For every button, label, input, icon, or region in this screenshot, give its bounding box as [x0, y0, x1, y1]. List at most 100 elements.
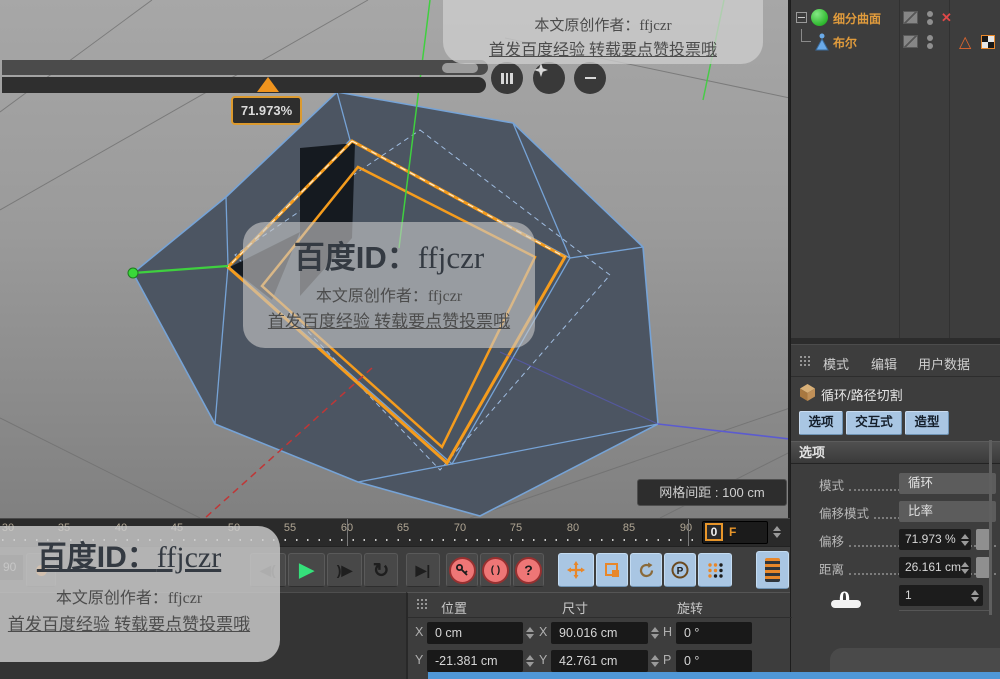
- playhead[interactable]: [688, 519, 689, 547]
- boole-icon[interactable]: [813, 32, 831, 52]
- record-keyframe-button[interactable]: [446, 553, 478, 587]
- dots-grid-icon: [707, 562, 724, 579]
- tab-modeling[interactable]: 造型: [905, 411, 949, 435]
- size-header: 尺寸: [562, 598, 588, 617]
- viewport-pan-button[interactable]: [491, 62, 523, 94]
- section-header-options[interactable]: 选项: [791, 441, 1000, 464]
- hud-slider-thumb[interactable]: [442, 63, 478, 73]
- position-y-input[interactable]: -21.381 cm: [427, 650, 523, 672]
- axis-label: X: [415, 625, 423, 639]
- watermark-author-line: 本文原创作者：ffjczr: [443, 14, 763, 35]
- mode-dropdown[interactable]: 循环: [899, 473, 996, 494]
- key-rotation-toggle[interactable]: [630, 553, 662, 587]
- right-panel: 细分曲面 ✕ 布尔 △ 模式 编辑 用户数据: [790, 0, 1000, 679]
- field-label: 模式: [819, 475, 844, 494]
- open-timeline-button[interactable]: [756, 551, 789, 589]
- panel-splitter[interactable]: [791, 338, 1000, 345]
- stepper-arrows[interactable]: [971, 590, 980, 602]
- tick-label: 75: [504, 522, 528, 534]
- viewport-zoom-button[interactable]: [533, 62, 565, 94]
- loop-mode-button[interactable]: ↻: [364, 553, 398, 587]
- field-row-offset-mode: 偏移模式 比率: [791, 498, 1000, 526]
- autokey-button[interactable]: ( ): [480, 553, 511, 587]
- offset-mode-dropdown[interactable]: 比率: [899, 501, 996, 522]
- play-button[interactable]: ▶: [288, 553, 325, 587]
- tool-header: 循环/路径切割: [791, 378, 1000, 408]
- object-label[interactable]: 细分曲面: [833, 10, 881, 27]
- key-pla-toggle[interactable]: [698, 553, 732, 587]
- window-edge-highlight: [428, 672, 1000, 679]
- size-x-input[interactable]: 90.016 cm: [551, 622, 648, 644]
- watermark-id-line: 百度ID：ffjczr: [0, 532, 280, 576]
- tick-label: 80: [561, 522, 585, 534]
- object-row-subdivision[interactable]: 细分曲面 ✕: [791, 7, 1000, 29]
- hud-slider-track[interactable]: [2, 60, 488, 75]
- key-scale-toggle[interactable]: [596, 553, 628, 587]
- field-row-mode: 模式 循环: [791, 470, 1000, 498]
- visibility-dot-top[interactable]: [927, 35, 933, 41]
- keyframe-selection-button[interactable]: ?: [513, 553, 544, 587]
- watermark-fragment-bar: [831, 600, 861, 608]
- panel-scroll-edge[interactable]: [989, 440, 992, 615]
- expand-toggle-icon[interactable]: [796, 12, 807, 23]
- scale-icon: [604, 562, 620, 578]
- stepper-arrows[interactable]: [526, 655, 535, 667]
- layer-toggle-icon[interactable]: [903, 35, 918, 48]
- stepper-arrows[interactable]: [961, 562, 970, 574]
- goto-end-button[interactable]: ▶|: [406, 553, 440, 587]
- field-label: 距离: [819, 559, 844, 578]
- field-underline: [899, 610, 989, 611]
- rotation-p-input[interactable]: 0 °: [676, 650, 752, 672]
- size-y-input[interactable]: 42.761 cm: [551, 650, 648, 672]
- tool-title: 循环/路径切割: [821, 385, 903, 404]
- texture-tag-icon[interactable]: [981, 35, 995, 49]
- slider-handle[interactable]: [976, 529, 990, 550]
- key-parameter-toggle[interactable]: P: [664, 553, 696, 587]
- stepper-arrows[interactable]: [961, 534, 970, 546]
- rotation-h-input[interactable]: 0 °: [676, 622, 752, 644]
- position-header: 位置: [441, 598, 467, 617]
- goto-next-key-button[interactable]: )▶: [327, 553, 362, 587]
- phong-tag-icon[interactable]: △: [959, 32, 971, 52]
- attribute-tabs: 选项 交互式 造型: [791, 409, 1000, 439]
- frame-value[interactable]: 0: [705, 523, 723, 541]
- slider-handle[interactable]: [976, 557, 990, 578]
- object-label[interactable]: 布尔: [833, 34, 857, 51]
- stepper-arrows[interactable]: [651, 655, 660, 667]
- grip-icon[interactable]: [799, 355, 812, 368]
- visibility-dot-bottom[interactable]: [927, 43, 933, 49]
- subdivision-surface-icon[interactable]: [811, 9, 828, 26]
- attribute-menu-bar: 模式 编辑 用户数据: [791, 345, 1000, 377]
- menu-user-data[interactable]: 用户数据: [918, 354, 970, 373]
- frame-stepper[interactable]: [773, 526, 782, 538]
- watermark-promo-line: 首发百度经验 转载要点赞投票哦: [443, 36, 763, 60]
- layer-toggle-icon[interactable]: [903, 11, 918, 24]
- axis-handle-dot[interactable]: [128, 268, 138, 278]
- visibility-dot-top[interactable]: [927, 11, 933, 17]
- svg-text:P: P: [677, 566, 684, 577]
- menu-edit[interactable]: 编辑: [871, 354, 897, 373]
- field-label: 偏移: [819, 531, 844, 550]
- offset-slider-marker[interactable]: [257, 77, 279, 92]
- stepper-arrows[interactable]: [651, 627, 660, 639]
- current-frame-field[interactable]: 0 F: [702, 521, 768, 544]
- tree-branch-line: [801, 29, 811, 42]
- menu-mode[interactable]: 模式: [823, 354, 849, 373]
- tab-options[interactable]: 选项: [799, 411, 843, 435]
- viewport-3d[interactable]: 71.973% 网格间距 : 100 cm 百度ID：ffjczr 本文原创作者…: [0, 0, 790, 518]
- visibility-dot-bottom[interactable]: [927, 19, 933, 25]
- tick-label: 65: [391, 522, 415, 534]
- axis-label: X: [539, 625, 547, 639]
- hud-slider-bar[interactable]: [2, 77, 486, 93]
- field-row-distance: 距离 26.161 cm: [791, 554, 1000, 582]
- viewport-rotate-button[interactable]: [574, 62, 606, 94]
- position-x-input[interactable]: 0 cm: [427, 622, 523, 644]
- minus-icon: [585, 77, 596, 80]
- tab-interactive[interactable]: 交互式: [846, 411, 902, 435]
- stepper-arrows[interactable]: [526, 627, 535, 639]
- object-row-boole[interactable]: 布尔 △: [791, 31, 1000, 53]
- grip-icon[interactable]: [416, 598, 429, 611]
- delete-icon[interactable]: ✕: [941, 10, 952, 26]
- preview-range-marker[interactable]: [347, 519, 348, 547]
- key-position-toggle[interactable]: [558, 553, 594, 587]
